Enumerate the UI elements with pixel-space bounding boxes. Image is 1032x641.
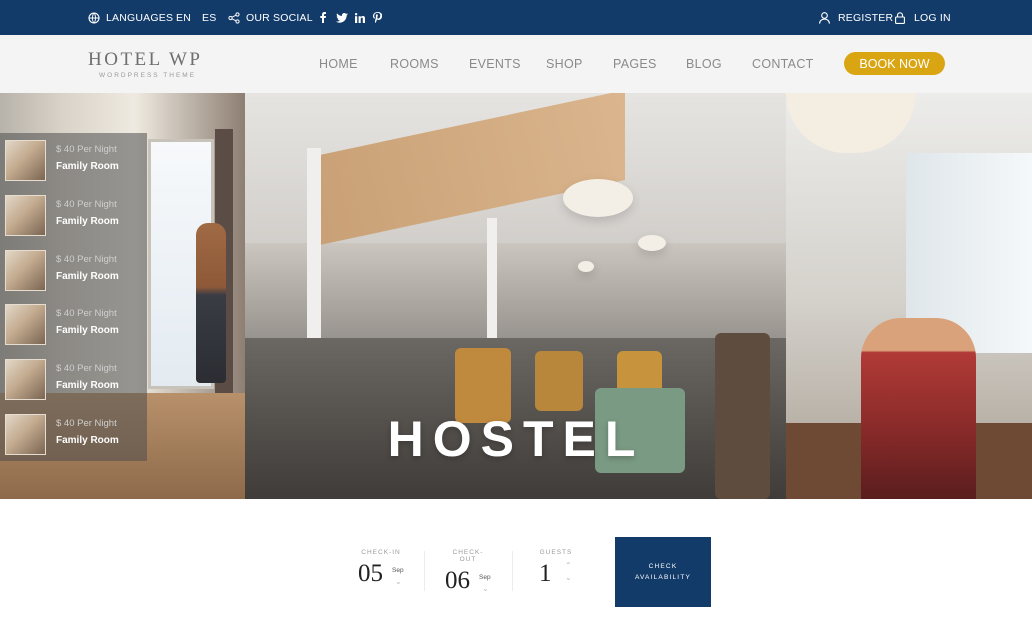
nav-pages[interactable]: PAGES: [613, 35, 657, 93]
checkin-month: Sep: [392, 567, 404, 574]
nav-blog[interactable]: BLOG: [686, 35, 722, 93]
facebook-icon: [320, 12, 326, 23]
languages-label: LANGUAGES: [106, 11, 174, 24]
booking-form: CHECK-IN 05 Sep ⌄ CHECK-OUT 06 Sep ⌄ GUE…: [0, 499, 1032, 641]
site-logo[interactable]: HOTEL WP WORDPRESS THEME: [88, 49, 228, 79]
guests-value: 1: [539, 560, 552, 587]
room-thumbnail: [5, 140, 46, 181]
availability-label: AVAILABILITY: [634, 574, 692, 581]
chevron-down-icon[interactable]: ⌄: [482, 584, 489, 593]
lock-icon: [895, 11, 905, 24]
room-price: $ 40 Per Night: [56, 363, 117, 374]
top-bar: LANGUAGES EN ES OUR SOCIAL REGISTER LOG …: [0, 0, 1032, 35]
twitter-link[interactable]: [336, 0, 348, 35]
room-item[interactable]: $ 40 Per Night Family Room: [0, 297, 147, 352]
pinterest-link[interactable]: [373, 0, 382, 35]
lang-es-label: ES: [202, 11, 217, 24]
languages-menu[interactable]: LANGUAGES: [88, 0, 173, 35]
room-name: Family Room: [56, 216, 119, 227]
checkin-field[interactable]: CHECK-IN 05 Sep ⌄: [358, 549, 410, 588]
register-link[interactable]: REGISTER: [819, 0, 893, 35]
pendant-lamp: [638, 235, 666, 251]
register-label: REGISTER: [838, 11, 894, 24]
linkedin-icon: [355, 12, 365, 23]
pinterest-icon: [373, 12, 382, 23]
nav-contact[interactable]: CONTACT: [752, 35, 814, 93]
room-price: $ 40 Per Night: [56, 308, 117, 319]
linkedin-link[interactable]: [355, 0, 365, 35]
checkin-day: 05: [358, 560, 383, 587]
room-thumbnail: [5, 250, 46, 291]
room-thumbnail: [5, 195, 46, 236]
room-thumbnail: [5, 359, 46, 400]
user-icon: [819, 11, 830, 24]
room-name: Family Room: [56, 271, 119, 282]
chevron-up-icon[interactable]: ⌃: [565, 561, 572, 570]
checkout-field[interactable]: CHECK-OUT 06 Sep ⌄: [445, 549, 497, 595]
checkout-day: 06: [445, 567, 470, 594]
nav-shop[interactable]: SHOP: [546, 35, 583, 93]
globe-icon: [88, 11, 100, 24]
divider: [424, 551, 425, 591]
room-price: $ 40 Per Night: [56, 199, 117, 210]
room-name: Family Room: [56, 380, 119, 391]
pendant-lamp: [786, 93, 916, 153]
check-label: CHECK: [648, 562, 678, 570]
chevron-down-icon[interactable]: ⌄: [565, 573, 572, 582]
room-item[interactable]: $ 40 Per Night Family Room: [0, 133, 147, 188]
check-availability-button[interactable]: CHECK AVAILABILITY: [615, 537, 711, 607]
room-price: $ 40 Per Night: [56, 254, 117, 265]
chair-decor: [535, 351, 583, 411]
room-name: Family Room: [56, 161, 119, 172]
guest-figure: [196, 223, 226, 383]
room-item[interactable]: $ 40 Per Night Family Room: [0, 352, 147, 407]
nav-home[interactable]: HOME: [319, 35, 358, 93]
guests-field[interactable]: GUESTS 1 ⌃ ⌄: [539, 549, 579, 588]
chevron-down-icon[interactable]: ⌄: [395, 577, 402, 586]
nav-events[interactable]: EVENTS: [469, 35, 521, 93]
hero-banner: $ 40 Per Night Family Room $ 40 Per Nigh…: [0, 93, 1032, 499]
guests-label: GUESTS: [539, 549, 573, 556]
main-header: HOTEL WP WORDPRESS THEME HOME ROOMS EVEN…: [0, 35, 1032, 93]
share-icon: [228, 11, 240, 24]
login-label: LOG IN: [914, 11, 951, 24]
pendant-lamp: [563, 179, 633, 217]
hero-title: HOSTEL: [387, 411, 645, 467]
facebook-link[interactable]: [319, 0, 327, 35]
nav-rooms[interactable]: ROOMS: [390, 35, 439, 93]
logo-subtitle: WORDPRESS THEME: [99, 72, 197, 79]
pendant-lamp: [578, 261, 594, 272]
room-item[interactable]: $ 40 Per Night Family Room: [0, 188, 147, 243]
lang-es-link[interactable]: ES: [202, 0, 216, 35]
guest-figure: [861, 318, 976, 499]
social-label: OUR SOCIAL: [246, 11, 313, 24]
room-thumbnail: [5, 304, 46, 345]
book-now-button[interactable]: BOOK NOW: [844, 52, 945, 75]
login-link[interactable]: LOG IN: [895, 0, 951, 35]
logo-title: HOTEL WP: [88, 49, 203, 70]
checkout-month: Sep: [479, 574, 491, 581]
room-name: Family Room: [56, 325, 119, 336]
room-item[interactable]: $ 40 Per Night Family Room: [0, 243, 147, 298]
lang-en-label: EN: [176, 11, 191, 24]
checkin-label: CHECK-IN: [361, 549, 401, 556]
divider: [512, 551, 513, 591]
lang-en-link[interactable]: EN: [176, 0, 191, 35]
our-social: OUR SOCIAL: [228, 0, 313, 35]
room-price: $ 40 Per Night: [56, 144, 117, 155]
checkout-label: CHECK-OUT: [452, 549, 484, 563]
twitter-icon: [336, 12, 348, 23]
